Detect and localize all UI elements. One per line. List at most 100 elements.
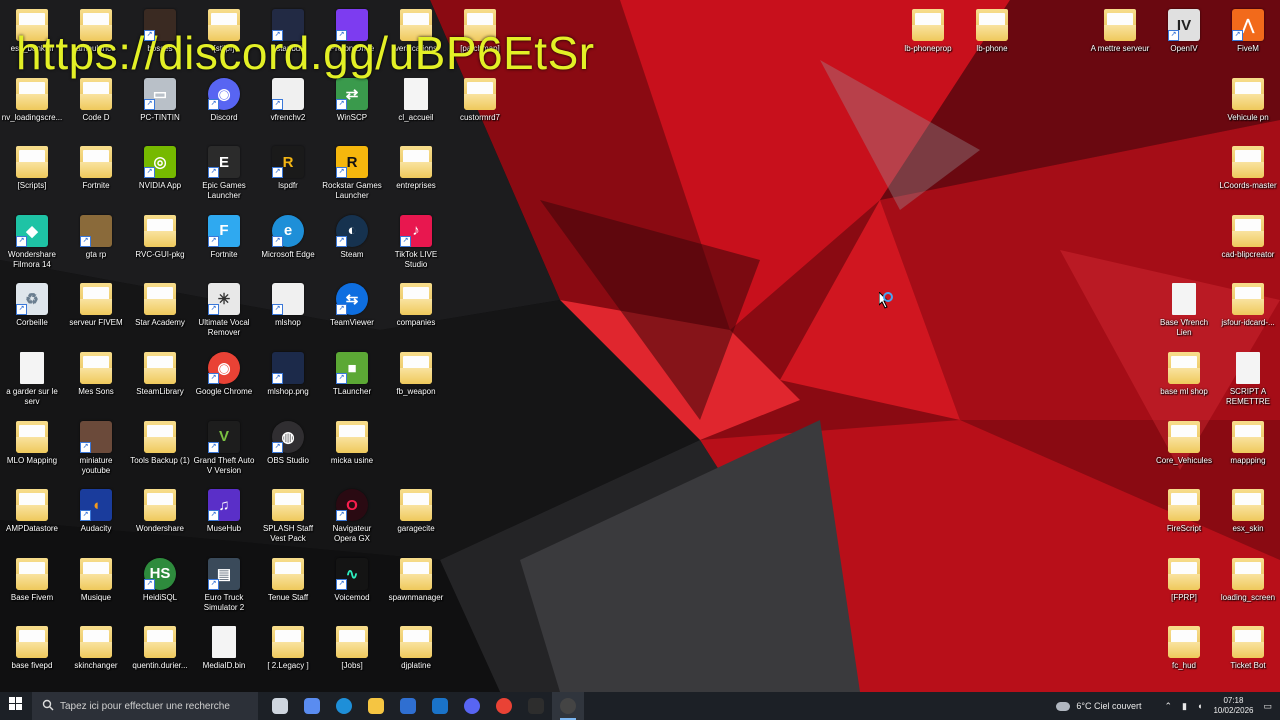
desktop-icon-cad-blipcreator[interactable]: cad-blipcreator [1216, 209, 1280, 273]
notifications-icon[interactable]: ▭ [1263, 701, 1272, 712]
desktop-icon-audacity[interactable]: ◖ ↗ Audacity [64, 483, 128, 547]
desktop-icon-jsfour-idcard[interactable]: jsfour-idcard-... [1216, 277, 1280, 341]
desktop-icon-mlo-mapping[interactable]: MLO Mapping [0, 415, 64, 479]
desktop-icon-winscp[interactable]: ⇄ ↗ WinSCP [320, 72, 384, 136]
taskbar-app-copilot[interactable] [296, 692, 328, 720]
desktop-icon-heidisql[interactable]: HS ↗ HeidiSQL [128, 552, 192, 616]
desktop-icon-lcoords-master[interactable]: LCoords-master [1216, 140, 1280, 204]
clock[interactable]: 07:18 10/02/2026 [1213, 696, 1253, 716]
desktop-icon-star-academy[interactable]: Star Academy [128, 277, 192, 341]
desktop-icon-garagecite[interactable]: garagecite [384, 483, 448, 547]
desktop-icon-base-ml-shop[interactable]: base ml shop [1152, 346, 1216, 410]
desktop-icon-steam[interactable]: ◐ ↗ Steam [320, 209, 384, 273]
desktop-icon-lb-phone[interactable]: lb-phone [960, 3, 1024, 67]
desktop-icon-firescript[interactable]: FireScript [1152, 483, 1216, 547]
desktop-icon-skinchanger[interactable]: skinchanger [64, 620, 128, 684]
desktop-icon-microsoft-edge[interactable]: e ↗ Microsoft Edge [256, 209, 320, 273]
microphone-icon[interactable]: ▮ [1182, 701, 1187, 712]
desktop-icon-scripts[interactable]: [Scripts] [0, 140, 64, 204]
desktop-icon-openiv[interactable]: IV ↗ OpenIV [1152, 3, 1216, 67]
desktop-icon-fortnite[interactable]: F ↗ Fortnite [192, 209, 256, 273]
desktop-icon-quentin-durier[interactable]: quentin.durier... [128, 620, 192, 684]
desktop-icon-serveur-fivem[interactable]: serveur FIVEM [64, 277, 128, 341]
desktop-icon-custormrd7[interactable]: custormrd7 [448, 72, 512, 136]
desktop-icon-ampdatastore[interactable]: AMPDatastore [0, 483, 64, 547]
taskbar-app-discord[interactable] [456, 692, 488, 720]
desktop-icon-a-garder-sur-le-serv[interactable]: a garder sur le serv [0, 346, 64, 410]
desktop-icon-tenue-staff[interactable]: Tenue Staff [256, 552, 320, 616]
desktop-icon-lb-phoneprop[interactable]: lb-phoneprop [896, 3, 960, 67]
desktop-icon-ultimate-vocal-remover[interactable]: ✳ ↗ Ultimate Vocal Remover [192, 277, 256, 341]
desktop-icon-core-vehicules[interactable]: Core_Vehicules [1152, 415, 1216, 479]
desktop-icon-code-d[interactable]: Code D [64, 72, 128, 136]
desktop-icon-wondershare-filmora-14[interactable]: ◆ ↗ Wondershare Filmora 14 [0, 209, 64, 273]
desktop-icon-mlshop-png[interactable]: ↗ mlshop.png [256, 346, 320, 410]
desktop-icon-euro-truck-simulator-2[interactable]: ▤ ↗ Euro Truck Simulator 2 [192, 552, 256, 616]
desktop-icon-fortnite[interactable]: Fortnite [64, 140, 128, 204]
desktop-icon-mappping[interactable]: mappping [1216, 415, 1280, 479]
desktop-icon-ticket-bot[interactable]: Ticket Bot [1216, 620, 1280, 684]
desktop-icon-loading-screen[interactable]: loading_screen [1216, 552, 1280, 616]
desktop-icon-tiktok-live-studio[interactable]: ♪ ↗ TikTok LIVE Studio [384, 209, 448, 273]
desktop-icon-cl-accueil[interactable]: cl_accueil [384, 72, 448, 136]
taskbar-app-task-view[interactable] [264, 692, 296, 720]
volume-icon[interactable]: ◖ [1197, 701, 1202, 711]
desktop-icon-esx-skin[interactable]: esx_skin [1216, 483, 1280, 547]
taskbar-app-outlook[interactable] [424, 692, 456, 720]
taskbar-app-chrome[interactable] [488, 692, 520, 720]
desktop-icon-miniature-youtube[interactable]: ↗ miniature youtube [64, 415, 128, 479]
desktop-icon-google-chrome[interactable]: ◉ ↗ Google Chrome [192, 346, 256, 410]
desktop-icon-voicemod[interactable]: ∿ ↗ Voicemod [320, 552, 384, 616]
weather-text[interactable]: 6°C Ciel couvert [1076, 701, 1141, 711]
desktop-icon-tools-backup-1[interactable]: Tools Backup (1) [128, 415, 192, 479]
desktop-icon-grand-theft-auto-v-version-origin[interactable]: V↗Grand Theft Auto V Version origin... [192, 415, 256, 479]
desktop-icon-tlauncher[interactable]: ■ ↗ TLauncher [320, 346, 384, 410]
taskbar-app-store[interactable] [392, 692, 424, 720]
desktop-icon-corbeille[interactable]: ♻ ↗ Corbeille [0, 277, 64, 341]
desktop-icon-vehicule-pn[interactable]: Vehicule pn [1216, 72, 1280, 136]
desktop-icon-gta-rp[interactable]: ↗ gta rp [64, 209, 128, 273]
desktop-icon-splash-staff-vest-pack[interactable]: SPLASH Staff Vest Pack [256, 483, 320, 547]
desktop-icon-navigateur-opera-gx[interactable]: O ↗ Navigateur Opera GX [320, 483, 384, 547]
desktop-icon-fprp[interactable]: [FPRP] [1152, 552, 1216, 616]
taskbar-app-edge[interactable] [328, 692, 360, 720]
desktop-icon-mes-sons[interactable]: Mes Sons [64, 346, 128, 410]
desktop-icon-base-fivem[interactable]: Base Fivem [0, 552, 64, 616]
desktop-icon-pc-tintin[interactable]: ▭ ↗ PC-TINTIN [128, 72, 192, 136]
desktop-icon-nv-loadingscre[interactable]: nv_loadingscre... [0, 72, 64, 136]
desktop-icon-entreprises[interactable]: entreprises [384, 140, 448, 204]
desktop-icon-a-mettre-serveur[interactable]: A mettre serveur [1088, 3, 1152, 67]
desktop-icon-nvidia-app[interactable]: ◎ ↗ NVIDIA App [128, 140, 192, 204]
desktop-icon-companies[interactable]: companies [384, 277, 448, 341]
desktop-icon-teamviewer[interactable]: ⇆ ↗ TeamViewer [320, 277, 384, 341]
desktop-icon-base-vfrench-lien[interactable]: Base Vfrench Lien [1152, 277, 1216, 341]
desktop-icon-lspdfr[interactable]: R ↗ lspdfr [256, 140, 320, 204]
desktop-icon-fc-hud[interactable]: fc_hud [1152, 620, 1216, 684]
chevron-up-icon[interactable]: ⌃ [1165, 701, 1173, 712]
taskbar-app-obs[interactable] [552, 692, 584, 720]
desktop-icon-djplatine[interactable]: djplatine [384, 620, 448, 684]
desktop-icon-rockstar-games-launcher[interactable]: R ↗ Rockstar Games Launcher [320, 140, 384, 204]
desktop-icon-mlshop[interactable]: ↗ mlshop [256, 277, 320, 341]
desktop-icon-fivem[interactable]: ⋀ ↗ FiveM [1216, 3, 1280, 67]
desktop-icon-jobs[interactable]: [Jobs] [320, 620, 384, 684]
desktop-icon-wondershare[interactable]: Wondershare [128, 483, 192, 547]
desktop-icon-musique[interactable]: Musique [64, 552, 128, 616]
desktop-icon-fb-weapon[interactable]: fb_weapon [384, 346, 448, 410]
desktop-icon-discord[interactable]: ◉ ↗ Discord [192, 72, 256, 136]
desktop-icon-script-a-remettre[interactable]: SCRIPT A REMETTRE [1216, 346, 1280, 410]
desktop-icon-epic-games-launcher[interactable]: E ↗ Epic Games Launcher [192, 140, 256, 204]
start-button[interactable] [0, 692, 32, 720]
desktop-icon-micka-usine[interactable]: micka usine [320, 415, 384, 479]
desktop-icon-musehub[interactable]: ♫ ↗ MuseHub [192, 483, 256, 547]
desktop-icon-base-fivepd[interactable]: base fivepd [0, 620, 64, 684]
desktop-icon-rvc-gui-pkg[interactable]: RVC-GUI-pkg [128, 209, 192, 273]
taskbar-app-file-explorer[interactable] [360, 692, 392, 720]
weather-icon[interactable] [1056, 701, 1071, 711]
desktop-icon-spawnmanager[interactable]: spawnmanager [384, 552, 448, 616]
search-input[interactable]: Tapez ici pour effectuer une recherche [32, 692, 258, 720]
desktop-icon-mediaid-bin[interactable]: MediaID.bin [192, 620, 256, 684]
desktop-icon-obs-studio[interactable]: ◍ ↗ OBS Studio [256, 415, 320, 479]
desktop-icon-vfrenchv2[interactable]: ↗ vfrenchv2 [256, 72, 320, 136]
taskbar-app-terminal[interactable] [520, 692, 552, 720]
